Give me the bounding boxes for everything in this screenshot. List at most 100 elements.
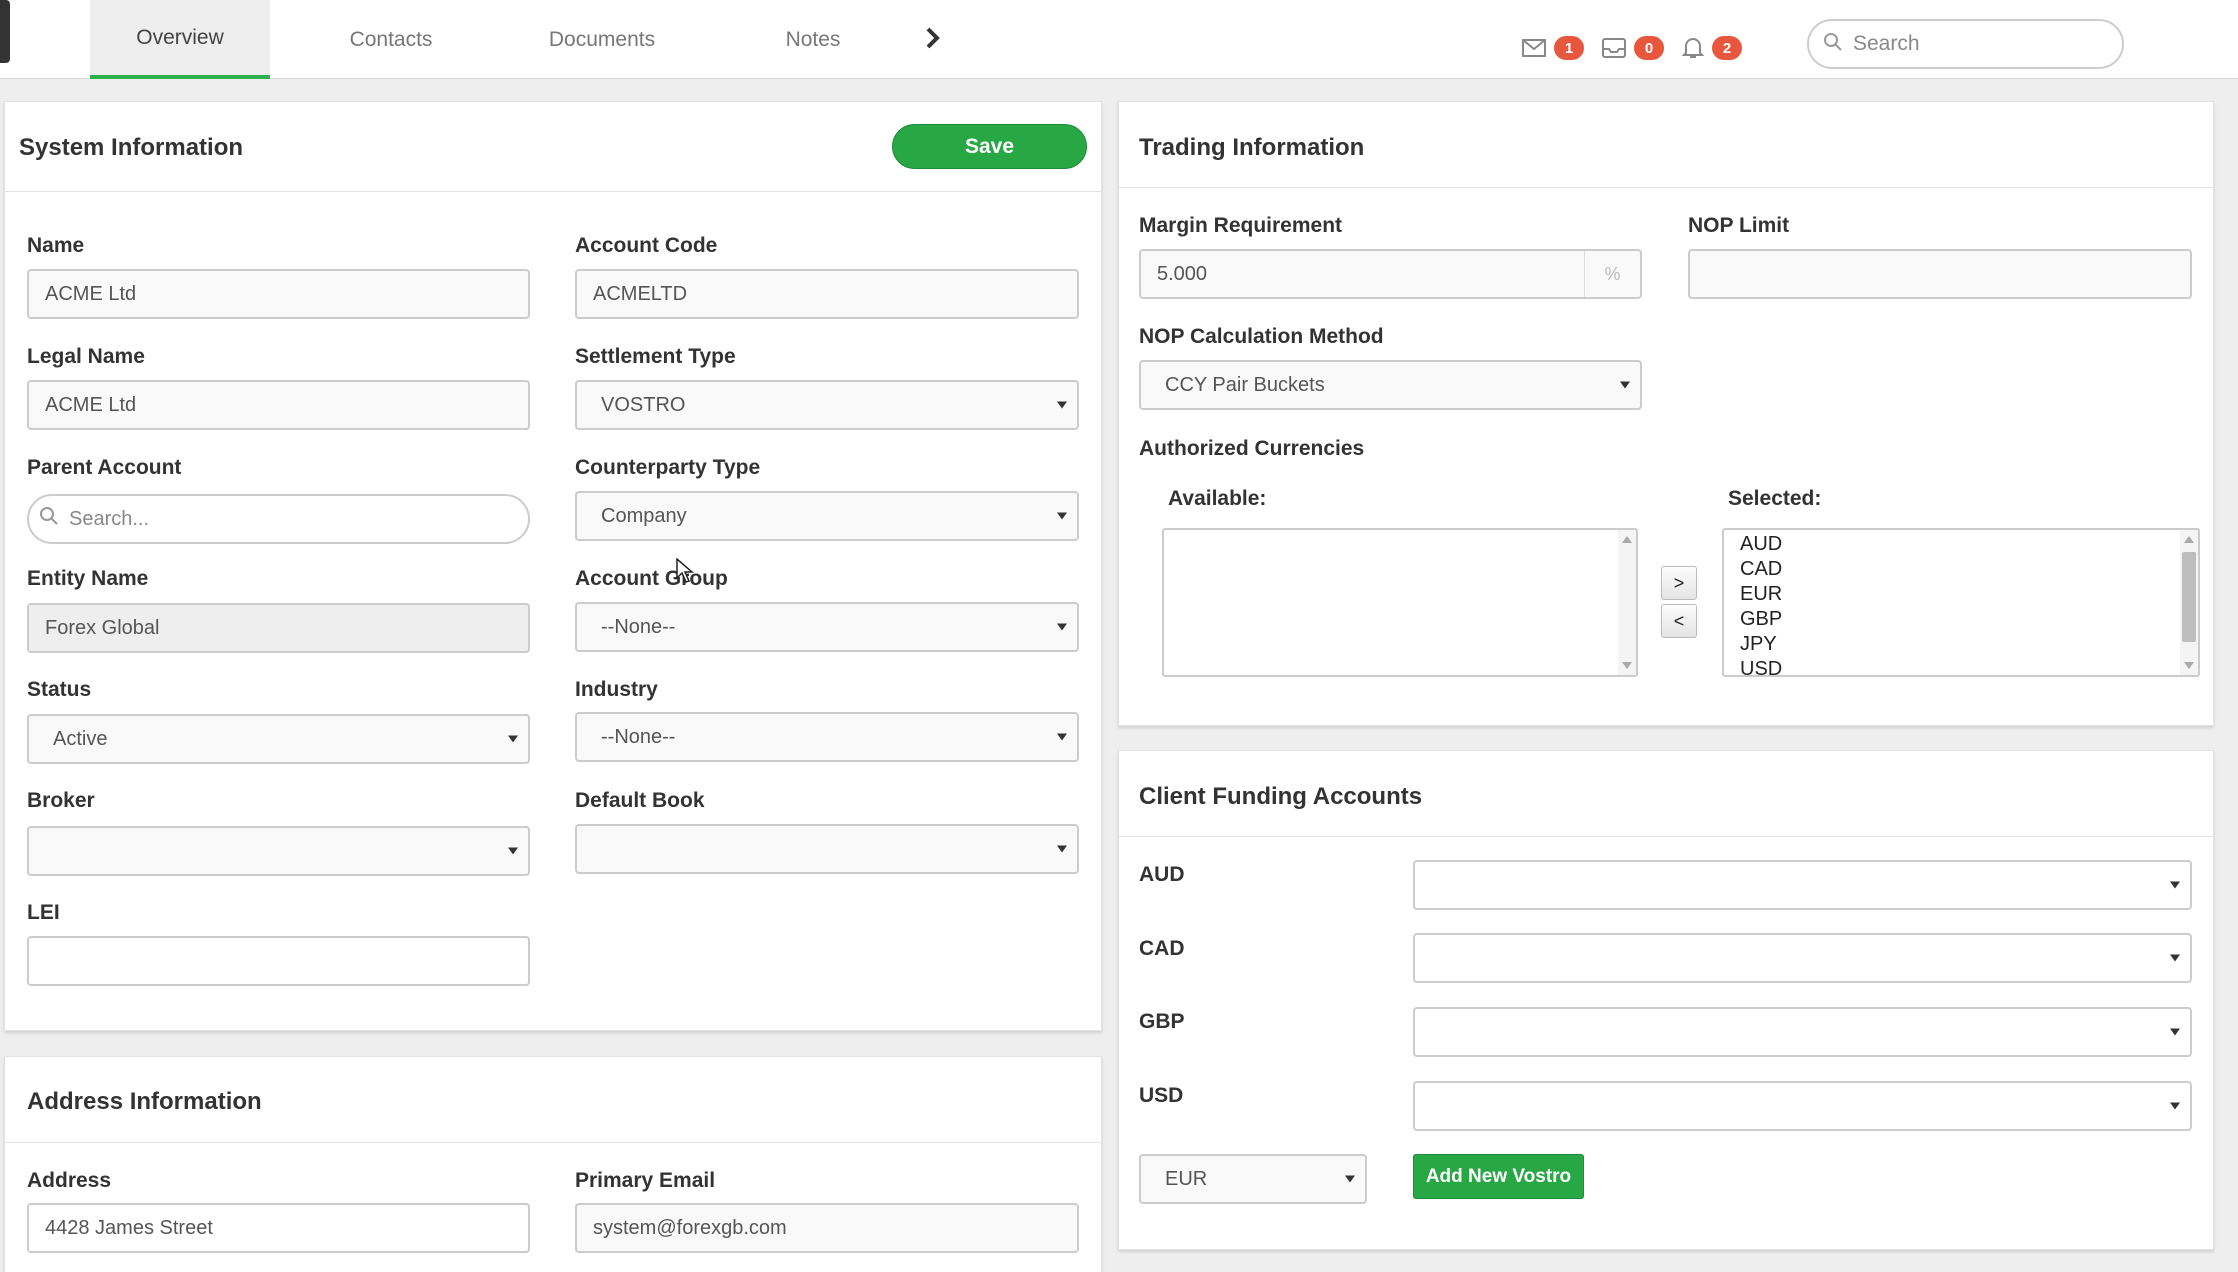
messages-notification[interactable]: 1 <box>1522 36 1584 60</box>
account-group-value: --None-- <box>601 615 676 638</box>
caret-down-icon <box>2170 954 2180 962</box>
caret-down-icon <box>1057 401 1067 409</box>
tab-overview[interactable]: Overview <box>90 0 270 79</box>
list-item[interactable]: AUD <box>1724 532 2198 557</box>
available-currencies-list[interactable] <box>1162 528 1638 677</box>
primary-email-value: system@forexgb.com <box>593 1216 787 1239</box>
legal-name-field[interactable]: ACME Ltd <box>27 380 530 430</box>
list-item[interactable]: CAD <box>1724 557 2198 582</box>
list-item[interactable]: JPY <box>1724 632 2198 657</box>
nop-calculation-method-select[interactable]: CCY Pair Buckets <box>1139 360 1642 410</box>
caret-down-icon <box>1057 845 1067 853</box>
global-search[interactable] <box>1807 19 2124 69</box>
legal-name-value: ACME Ltd <box>45 393 137 416</box>
chevron-right-icon[interactable] <box>918 18 948 58</box>
counterparty-type-select[interactable]: Company <box>575 491 1079 541</box>
name-value: ACME Ltd <box>45 282 137 305</box>
funding-account-select[interactable] <box>1413 1007 2192 1057</box>
scroll-thumb[interactable] <box>2182 552 2196 642</box>
list-item[interactable]: USD <box>1724 657 2198 675</box>
margin-requirement-value: 5.000 <box>1157 262 1208 285</box>
tab-notes[interactable]: Notes <box>733 0 893 79</box>
client-funding-accounts-title: Client Funding Accounts <box>1139 783 1423 810</box>
industry-value: --None-- <box>601 725 676 748</box>
account-code-label: Account Code <box>575 234 718 257</box>
bell-icon <box>1682 37 1704 59</box>
parent-account-search[interactable]: Search... <box>27 494 530 544</box>
account-code-value: ACMELTD <box>593 282 688 305</box>
caret-down-icon <box>2170 1102 2180 1110</box>
legal-name-label: Legal Name <box>27 345 145 368</box>
system-information-title: System Information <box>19 134 244 161</box>
alerts-notification[interactable]: 2 <box>1682 36 1742 60</box>
tab-contacts[interactable]: Contacts <box>311 0 471 79</box>
funding-currency-label: CAD <box>1139 937 1185 960</box>
funding-account-select[interactable] <box>1413 933 2192 983</box>
caret-down-icon <box>508 847 518 855</box>
caret-down-icon <box>2170 1028 2180 1036</box>
search-icon <box>1823 32 1843 57</box>
caret-down-icon <box>1057 512 1067 520</box>
inbox-count-badge: 0 <box>1634 36 1664 60</box>
save-button[interactable]: Save <box>892 124 1087 169</box>
default-book-select[interactable] <box>575 824 1079 874</box>
address-textarea[interactable]: 4428 James Street <box>27 1203 530 1253</box>
lei-field[interactable] <box>27 936 530 986</box>
percent-addon: % <box>1584 251 1640 297</box>
caret-down-icon <box>2170 881 2180 889</box>
scrollbar[interactable] <box>2180 530 2198 675</box>
list-item[interactable]: GBP <box>1724 607 2198 632</box>
funding-account-select[interactable] <box>1413 1081 2192 1131</box>
move-right-button[interactable]: > <box>1661 566 1697 600</box>
industry-select[interactable]: --None-- <box>575 712 1079 762</box>
selected-currencies-options: AUD CAD EUR GBP JPY USD <box>1724 530 2198 675</box>
funding-currency-label: USD <box>1139 1084 1184 1107</box>
sidebar-toggle[interactable] <box>0 0 10 63</box>
account-group-select[interactable]: --None-- <box>575 602 1079 652</box>
global-search-input[interactable] <box>1853 32 2103 56</box>
inbox-icon <box>1602 38 1626 58</box>
scroll-down-icon <box>1622 662 1632 669</box>
tab-documents[interactable]: Documents <box>522 0 682 79</box>
parent-account-label: Parent Account <box>27 456 182 479</box>
scrollbar[interactable] <box>1618 530 1636 675</box>
available-label: Available: <box>1168 487 1267 510</box>
entity-name-value: Forex Global <box>45 616 160 639</box>
move-left-button[interactable]: < <box>1661 604 1697 638</box>
inbox-notification[interactable]: 0 <box>1602 36 1664 60</box>
industry-label: Industry <box>575 678 658 701</box>
selected-label: Selected: <box>1728 487 1822 510</box>
lei-label: LEI <box>27 901 60 924</box>
settlement-type-select[interactable]: VOSTRO <box>575 380 1079 430</box>
caret-down-icon <box>1057 623 1067 631</box>
list-item[interactable]: EUR <box>1724 582 2198 607</box>
alerts-count-badge: 2 <box>1712 36 1742 60</box>
add-new-vostro-button[interactable]: Add New Vostro <box>1413 1154 1584 1199</box>
address-value: 4428 James Street <box>45 1216 213 1239</box>
new-vostro-currency-select[interactable]: EUR <box>1139 1154 1367 1204</box>
nop-limit-field[interactable] <box>1688 249 2192 299</box>
funding-currency-label: GBP <box>1139 1010 1185 1033</box>
top-navigation: Overview Contacts Documents Notes 1 0 2 <box>0 0 2238 79</box>
account-code-field[interactable]: ACMELTD <box>575 269 1079 319</box>
mail-icon <box>1522 39 1546 57</box>
mouse-cursor-icon <box>676 557 695 589</box>
entity-name-label: Entity Name <box>27 567 149 590</box>
primary-email-label: Primary Email <box>575 1169 716 1192</box>
counterparty-type-label: Counterparty Type <box>575 456 761 479</box>
selected-currencies-list[interactable]: AUD CAD EUR GBP JPY USD <box>1722 528 2200 677</box>
status-value: Active <box>53 727 108 750</box>
broker-label: Broker <box>27 789 95 812</box>
caret-down-icon <box>508 735 518 743</box>
caret-down-icon <box>1345 1175 1355 1183</box>
name-field[interactable]: ACME Ltd <box>27 269 530 319</box>
broker-select[interactable] <box>27 826 530 876</box>
default-book-label: Default Book <box>575 789 705 812</box>
status-select[interactable]: Active <box>27 714 530 764</box>
funding-account-select[interactable] <box>1413 860 2192 910</box>
primary-email-field[interactable]: system@forexgb.com <box>575 1203 1079 1253</box>
search-icon <box>39 506 59 532</box>
margin-requirement-field[interactable]: 5.000 % <box>1139 249 1642 299</box>
authorized-currencies-label: Authorized Currencies <box>1139 437 1365 460</box>
nop-calculation-method-value: CCY Pair Buckets <box>1165 373 1325 396</box>
